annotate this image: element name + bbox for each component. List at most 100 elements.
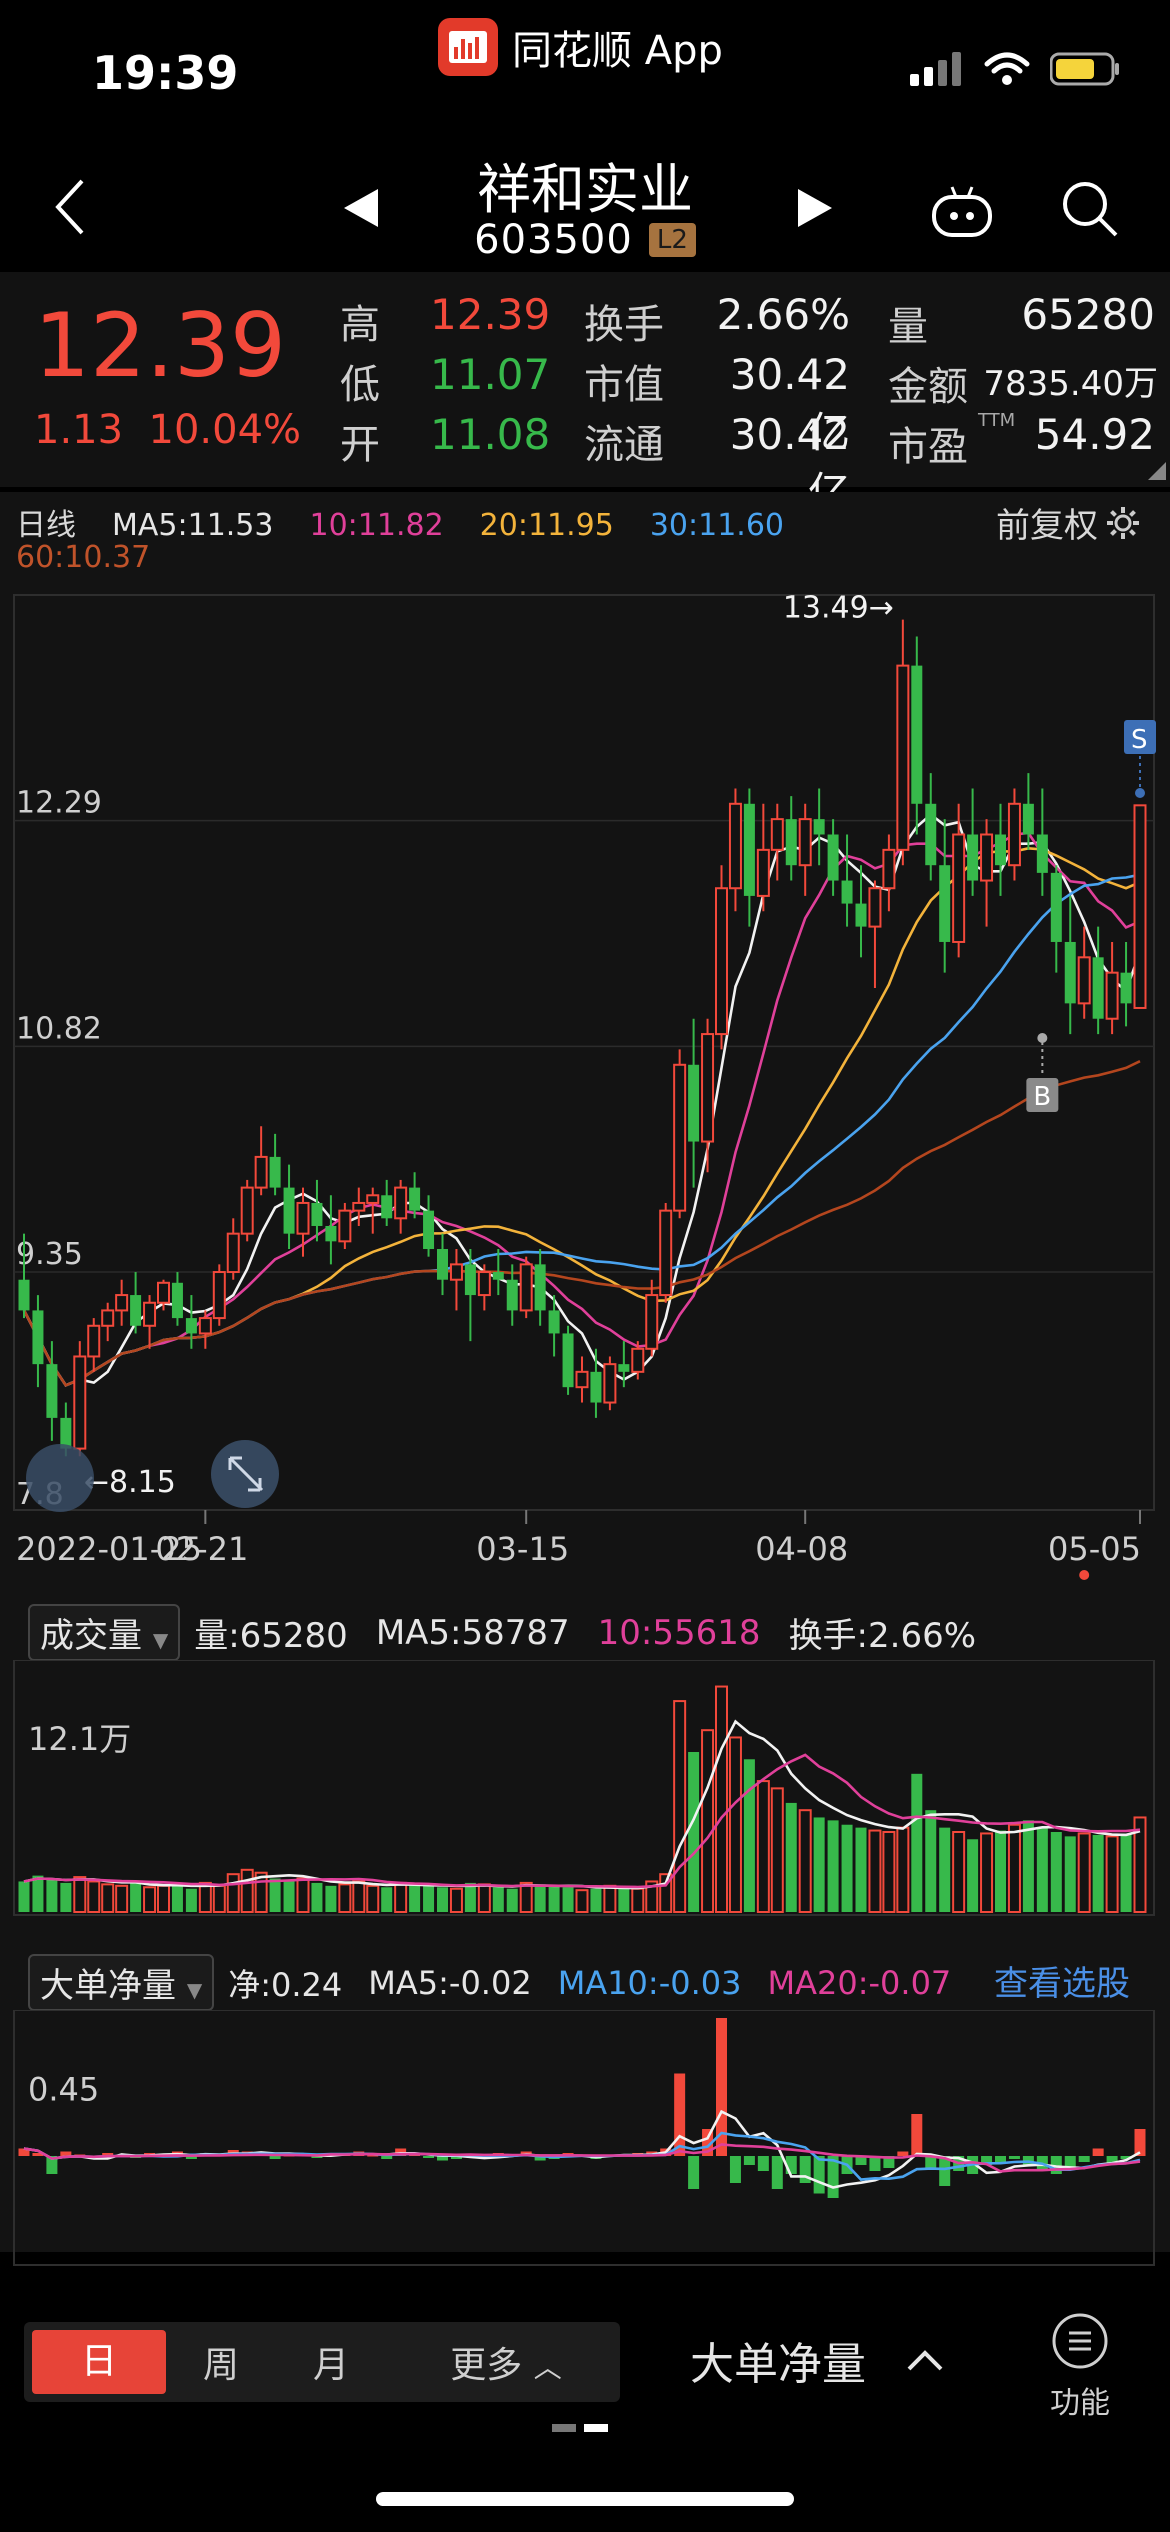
candle: [381, 1195, 393, 1219]
page-indicator: [552, 2424, 608, 2432]
bigorder-ma10: MA10:-0.03: [557, 1963, 742, 2002]
bigorder-bar: [381, 2156, 393, 2159]
period-label: 日线: [16, 508, 76, 543]
battery-icon: [1050, 52, 1119, 86]
candle: [1092, 957, 1104, 1019]
bigorder-bar: [1078, 2156, 1090, 2162]
float-label: 流通: [584, 422, 664, 468]
volume-bar: [492, 1887, 504, 1912]
volume-bar: [73, 1876, 87, 1914]
period-month-tab[interactable]: 月: [276, 2336, 386, 2388]
volume-bar: [32, 1875, 44, 1912]
period-week-tab[interactable]: 周: [166, 2336, 276, 2388]
function-button[interactable]: 功能: [1040, 2312, 1120, 2422]
candle: [171, 1282, 183, 1319]
high-value: 12.39: [430, 290, 551, 339]
view-stock-picker-link[interactable]: 查看选股: [994, 1956, 1130, 2005]
candle: [925, 803, 937, 866]
volume-bar: [381, 1887, 393, 1912]
candle: [240, 1186, 254, 1235]
candle: [87, 1324, 101, 1358]
candle: [603, 1363, 617, 1404]
volume-bar: [896, 1826, 910, 1914]
candle: [1064, 941, 1076, 1004]
volume-bar: [715, 1685, 728, 1913]
candle: [659, 1209, 673, 1297]
volume-bar: [534, 1884, 546, 1912]
candle: [296, 1201, 310, 1235]
ths-logo-icon: [438, 18, 498, 76]
bigorder-title: 大单净量: [40, 1966, 176, 2006]
candle: [394, 1186, 408, 1220]
status-bar: 19:39 同花顺 App: [0, 0, 1170, 135]
volume-bar: [240, 1868, 254, 1913]
level2-badge[interactable]: L2: [648, 223, 696, 257]
volume-bar: [1064, 1836, 1076, 1912]
volume-indicator-select[interactable]: 成交量 ▼: [28, 1604, 181, 1661]
volume-ma10: 10:55618: [597, 1612, 761, 1653]
volume-bar: [1120, 1833, 1132, 1912]
volume-bar: [464, 1882, 476, 1912]
candle: [743, 803, 755, 896]
buy-marker-label: B: [1033, 1082, 1051, 1112]
volume-bar: [226, 1873, 240, 1914]
next-stock-arrow-icon[interactable]: [796, 187, 836, 229]
bigorder-indicator-select[interactable]: 大单净量 ▼: [28, 1954, 215, 2011]
mktcap-label: 市值: [584, 362, 664, 408]
volume-bar: [952, 1831, 966, 1913]
volume-bar: [1092, 1834, 1104, 1912]
status-time: 19:39: [92, 46, 239, 100]
search-icon[interactable]: [1060, 179, 1120, 239]
app-badge[interactable]: 同花顺 App: [438, 18, 723, 76]
bigorder-ma5-line: [23, 2109, 1141, 2189]
indicator-label: 大单净量: [690, 2339, 866, 2390]
volume-bar: [603, 1884, 617, 1913]
gear-icon: [1107, 506, 1139, 539]
turnover-value: 2.66%: [716, 290, 850, 339]
adjust-setting[interactable]: 前复权: [996, 498, 1140, 547]
candle: [143, 1301, 157, 1327]
function-label: 功能: [1050, 2386, 1110, 2421]
candle: [813, 819, 825, 835]
candle: [449, 1263, 463, 1281]
stock-header: 祥和实业 603500 L2: [0, 135, 1170, 270]
bigorder-bar: [423, 2156, 435, 2158]
candle: [519, 1263, 533, 1312]
chevron-up-icon: ︿: [533, 2351, 562, 2384]
volume-chart[interactable]: 12.1万: [0, 1660, 1170, 1920]
candle: [254, 1155, 268, 1189]
home-indicator[interactable]: [376, 2492, 794, 2506]
candle: [283, 1187, 295, 1234]
bigorder-chart[interactable]: 0.45: [0, 2010, 1170, 2270]
ma5-legend: MA5:11.53: [112, 508, 274, 543]
volume-bar: [185, 1888, 197, 1912]
volume-bar: [743, 1759, 755, 1912]
period-day-tab[interactable]: 日: [32, 2330, 166, 2394]
indicator-switch[interactable]: 大单净量: [690, 2328, 944, 2392]
robot-assistant-icon[interactable]: [930, 183, 994, 239]
candle: [980, 833, 994, 882]
period-more-tab[interactable]: 更多 ︿: [406, 2336, 606, 2388]
bigorder-bar: [1008, 2156, 1020, 2159]
expand-corner-icon[interactable]: [1148, 462, 1166, 480]
candle: [338, 1209, 352, 1243]
volume-bar: [198, 1881, 212, 1913]
system-icons: [910, 52, 1120, 86]
kline-chart[interactable]: 13.7612.2910.829.357.813.49→←8.15SB2022-…: [0, 590, 1170, 1590]
last-price: 12.39: [34, 294, 286, 397]
volume-bar: [798, 1809, 812, 1914]
candle: [1050, 872, 1062, 942]
candle: [492, 1272, 504, 1280]
stock-code-row: 603500 L2: [0, 217, 1170, 263]
candle: [631, 1347, 645, 1373]
volume-bar: [980, 1832, 994, 1913]
volume-current: 量:65280: [194, 1616, 348, 1656]
y-tick-label: 12.29: [16, 786, 102, 821]
candle: [645, 1294, 659, 1350]
volume-bar: [868, 1829, 882, 1913]
bigorder-ma20: MA20:-0.07: [767, 1963, 952, 2002]
candle: [534, 1264, 546, 1311]
candle: [101, 1309, 115, 1327]
bigorder-net: 净:0.24: [228, 1965, 343, 2004]
candle: [157, 1281, 170, 1304]
